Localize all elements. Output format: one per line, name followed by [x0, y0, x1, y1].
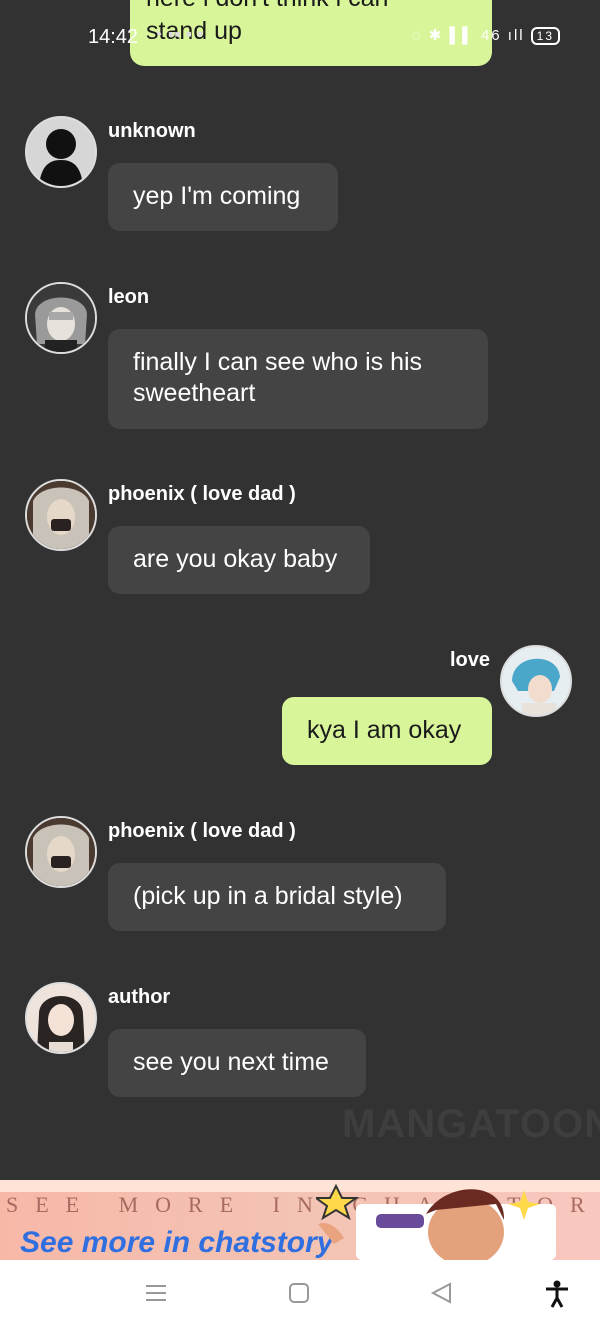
chatstory-banner[interactable]: SEE MORE IN CHATSTORY See more in chatst… — [0, 1180, 600, 1260]
character-avatar-icon — [27, 818, 95, 886]
character-avatar-icon — [27, 481, 95, 549]
signal-icons: ◌ ✱ ▌▌ 46 ıll — [411, 27, 525, 44]
avatar[interactable] — [500, 645, 572, 717]
sender-name: phoenix ( love dad ) — [108, 820, 296, 842]
battery-icon: 13 — [530, 27, 560, 45]
home-square-icon[interactable] — [288, 1280, 310, 1311]
sender-name: phoenix ( love dad ) — [108, 483, 296, 505]
status-bar: 14:42 ◔ ▪▪ ▪ • ◌ ✱ ▌▌ 46 ıll 13 — [0, 0, 600, 75]
system-nav-bar — [0, 1260, 600, 1333]
message-bubble[interactable]: finally I can see who is his sweetheart — [108, 329, 488, 429]
status-indicators: ◌ ✱ ▌▌ 46 ıll 13 — [412, 26, 560, 45]
sender-name: leon — [108, 286, 150, 308]
avatar[interactable] — [25, 282, 97, 354]
message-bubble[interactable]: (pick up in a bridal style) — [108, 863, 446, 931]
avatar[interactable] — [25, 816, 97, 888]
accessibility-icon[interactable] — [544, 1280, 570, 1315]
notification-icons: ◔ ▪▪ ▪ • — [152, 24, 204, 44]
message-bubble[interactable]: see you next time — [108, 1029, 366, 1097]
sender-name: author — [108, 986, 171, 1008]
avatar[interactable] — [25, 116, 97, 188]
message-bubble[interactable]: kya I am okay — [282, 697, 492, 765]
avatar[interactable] — [25, 982, 97, 1054]
sender-name: unknown — [108, 120, 196, 142]
banner-illustration — [316, 1183, 556, 1260]
character-avatar-icon — [27, 284, 95, 352]
sender-name: love — [450, 649, 491, 671]
character-avatar-icon — [502, 647, 570, 715]
silhouette-avatar-icon — [39, 129, 83, 186]
watermark-logo: MANGATOON — [342, 1102, 600, 1146]
avatar[interactable] — [25, 479, 97, 551]
message-bubble[interactable]: are you okay baby — [108, 526, 370, 594]
menu-icon[interactable] — [145, 1280, 167, 1311]
banner-subtext: See more in chatstory — [20, 1226, 334, 1259]
message-bubble[interactable]: yep I'm coming — [108, 163, 338, 231]
character-avatar-icon — [27, 984, 95, 1052]
status-time: 14:42 — [88, 26, 139, 48]
back-triangle-icon[interactable] — [430, 1280, 452, 1311]
